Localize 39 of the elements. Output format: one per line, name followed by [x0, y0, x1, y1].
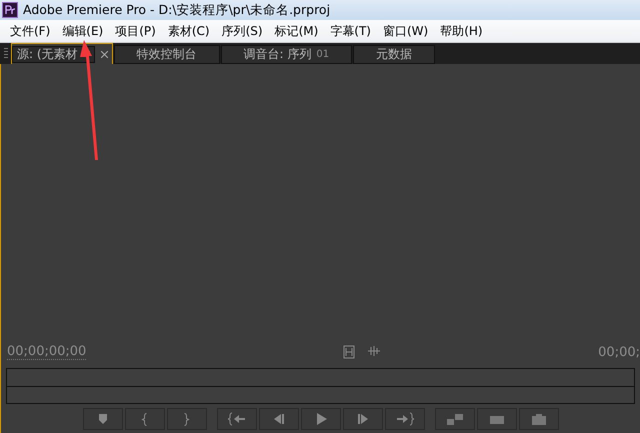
tab-label: 源: (无素材	[17, 46, 78, 62]
menu-item[interactable]: 标记(M)	[268, 22, 324, 40]
menu-item[interactable]: 素材(C)	[162, 22, 216, 40]
mark-out-icon	[183, 412, 190, 426]
go-out-icon	[396, 410, 414, 428]
go-in-button[interactable]	[216, 408, 256, 430]
window-title: Adobe Premiere Pro - D:\安装程序\pr\未命名.prproj	[23, 2, 330, 18]
app-icon	[2, 2, 18, 18]
mark-out-button[interactable]	[166, 408, 206, 430]
menu-item[interactable]: 窗口(W)	[376, 22, 434, 40]
mark-in-button[interactable]	[124, 408, 164, 430]
marker-button[interactable]	[82, 408, 122, 430]
go-out-button[interactable]	[384, 408, 424, 430]
panel-tab[interactable]: 调音台: 序列 01	[220, 45, 352, 64]
menu-item[interactable]: 项目(P)	[109, 22, 162, 40]
insert-button[interactable]	[434, 408, 474, 430]
menu-item[interactable]: 文件(F)	[4, 22, 56, 40]
film-icon[interactable]	[343, 345, 356, 359]
camera-button[interactable]	[518, 408, 558, 430]
tab-label: 元数据	[376, 46, 412, 63]
panel-tab[interactable]: 特效控制台	[114, 45, 220, 64]
tab-label: 调音台: 序列	[244, 46, 312, 63]
sequence-number: 01	[316, 49, 330, 60]
waveform-icon[interactable]	[367, 345, 382, 357]
step-back-button[interactable]	[258, 408, 298, 430]
panel-tab[interactable]: 元数据	[353, 45, 436, 64]
timeline-ruler[interactable]	[6, 368, 635, 404]
menu-item[interactable]: 编辑(E)	[56, 22, 110, 40]
close-icon[interactable]	[100, 50, 108, 58]
menu-item[interactable]: 帮助(H)	[434, 22, 489, 40]
menu-item[interactable]: 序列(S)	[216, 22, 269, 40]
play-button[interactable]	[300, 408, 340, 430]
tab-label: 特效控制台	[136, 46, 197, 63]
menu-item[interactable]: 字幕(T)	[324, 22, 377, 40]
mark-in-icon	[141, 412, 148, 426]
overwrite-button[interactable]	[476, 408, 516, 430]
step-forward-button[interactable]	[342, 408, 382, 430]
panel-tab[interactable]: 源: (无素材	[11, 43, 113, 64]
go-in-icon	[228, 410, 246, 428]
